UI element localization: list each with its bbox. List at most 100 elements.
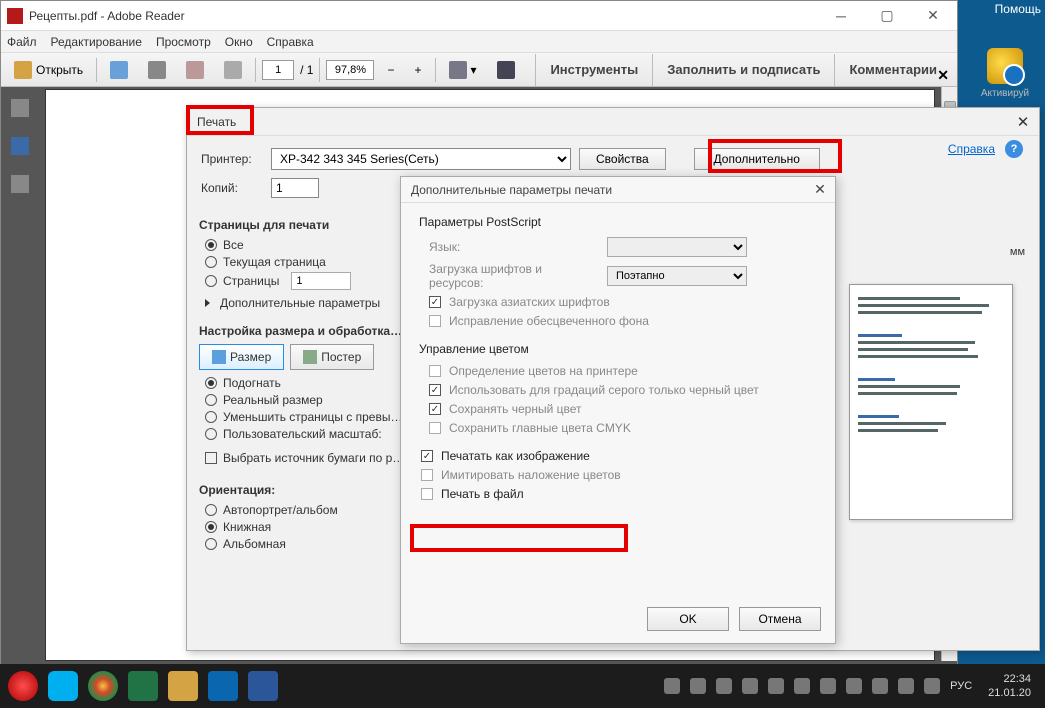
properties-button[interactable]: Свойства: [579, 148, 666, 170]
desktop-help-link[interactable]: Помощь: [995, 2, 1041, 16]
tray-icon[interactable]: [846, 678, 862, 694]
tray-icon[interactable]: [664, 678, 680, 694]
tray-icon[interactable]: [794, 678, 810, 694]
asian-fonts-checkbox[interactable]: [429, 296, 441, 308]
save-icon-button[interactable]: [103, 57, 135, 83]
menu-file[interactable]: Файл: [7, 35, 37, 49]
maximize-button[interactable]: ▢: [873, 6, 901, 26]
taskbar-app-chrome[interactable]: [88, 671, 118, 701]
menu-help[interactable]: Справка: [267, 35, 314, 49]
menu-window[interactable]: Окно: [225, 35, 253, 49]
page-range-input[interactable]: [291, 272, 351, 290]
close-button[interactable]: ✕: [919, 6, 947, 26]
gray-black-checkbox[interactable]: [429, 384, 441, 396]
save-icon: [110, 61, 128, 79]
lang-select[interactable]: [607, 237, 747, 257]
disclosure-triangle-icon[interactable]: [205, 299, 210, 307]
taskbar-app-opera[interactable]: [8, 671, 38, 701]
zoom-input[interactable]: [326, 60, 374, 80]
radio-orient-landscape[interactable]: [205, 538, 217, 550]
poster-button[interactable]: Постер: [290, 344, 374, 370]
print-as-image-checkbox[interactable]: [421, 450, 433, 462]
tab-comments[interactable]: Комментарии: [834, 54, 951, 86]
printer-colors-checkbox[interactable]: [429, 365, 441, 377]
taskbar-app-excel[interactable]: [128, 671, 158, 701]
tray-volume-icon[interactable]: [924, 678, 940, 694]
tray-clock[interactable]: 22:34 21.01.20: [982, 672, 1037, 700]
print-to-file-checkbox[interactable]: [421, 488, 433, 500]
taskbar-app-photos[interactable]: [208, 671, 238, 701]
zoom-in-button[interactable]: +: [408, 57, 429, 83]
radio-orient-auto[interactable]: [205, 504, 217, 516]
advanced-button[interactable]: Дополнительно: [694, 148, 820, 170]
toolbar: Открыть / 1 − + ▾ Инструменты Заполнить …: [1, 53, 957, 87]
print-help-link[interactable]: Справка: [948, 142, 995, 156]
simulate-overprint-checkbox[interactable]: [421, 469, 433, 481]
copies-input[interactable]: [271, 178, 319, 198]
asian-fonts-label: Загрузка азиатских шрифтов: [449, 295, 610, 309]
radio-shrink[interactable]: [205, 411, 217, 423]
print-dialog-titlebar: Печать ✕: [187, 108, 1039, 136]
menu-view[interactable]: Просмотр: [156, 35, 211, 49]
pencil-icon: [224, 61, 242, 79]
radio-actual[interactable]: [205, 394, 217, 406]
advanced-print-dialog: Дополнительные параметры печати ✕ Параме…: [400, 176, 836, 644]
radio-current[interactable]: [205, 256, 217, 268]
menubar: Файл Редактирование Просмотр Окно Справк…: [1, 31, 957, 53]
paper-source-checkbox[interactable]: [205, 452, 217, 464]
open-button[interactable]: Открыть: [7, 57, 90, 83]
tray-network-icon[interactable]: [898, 678, 914, 694]
attachments-icon[interactable]: [11, 175, 29, 193]
radio-fit[interactable]: [205, 377, 217, 389]
tab-sign[interactable]: Заполнить и подписать: [652, 54, 834, 86]
radio-orient-portrait[interactable]: [205, 521, 217, 533]
menu-edit[interactable]: Редактирование: [51, 35, 142, 49]
cancel-button[interactable]: Отмена: [739, 607, 821, 631]
activate-label: Активируй: [967, 88, 1043, 99]
radio-all[interactable]: [205, 239, 217, 251]
print-icon-button[interactable]: [141, 57, 173, 83]
tab-tools[interactable]: Инструменты: [535, 54, 652, 86]
keep-cmyk-label: Сохранить главные цвета CMYK: [449, 421, 631, 435]
read-mode-button[interactable]: [490, 57, 522, 83]
fit-page-button[interactable]: ▾: [442, 57, 484, 83]
read-icon: [497, 61, 515, 79]
simulate-overprint-label: Имитировать наложение цветов: [441, 468, 621, 482]
zoom-out-button[interactable]: −: [380, 57, 401, 83]
mail-icon-button[interactable]: [179, 57, 211, 83]
taskbar-app-explorer[interactable]: [168, 671, 198, 701]
bookmark-icon[interactable]: [11, 137, 29, 155]
keep-cmyk-checkbox[interactable]: [429, 422, 441, 434]
tray-language[interactable]: РУС: [950, 680, 972, 692]
tray-icon[interactable]: [742, 678, 758, 694]
thumbnails-icon[interactable]: [11, 99, 29, 117]
page-number-input[interactable]: [262, 60, 294, 80]
separator: [96, 58, 97, 82]
nav-rail: [1, 87, 39, 665]
minimize-button[interactable]: ─: [827, 6, 855, 26]
fix-bg-checkbox[interactable]: [429, 315, 441, 327]
tray-icon[interactable]: [690, 678, 706, 694]
keep-black-checkbox[interactable]: [429, 403, 441, 415]
taskbar-app-word[interactable]: [248, 671, 278, 701]
printer-select[interactable]: XP-342 343 345 Series(Сеть): [271, 148, 571, 170]
font-load-select[interactable]: Поэтапно: [607, 266, 747, 286]
sign-icon-button[interactable]: [217, 57, 249, 83]
radio-range[interactable]: [205, 275, 217, 287]
separator: [435, 58, 436, 82]
ok-button[interactable]: OK: [647, 607, 729, 631]
pages-more-label[interactable]: Дополнительные параметры: [220, 296, 380, 310]
advanced-dialog-close-button[interactable]: ✕: [811, 180, 829, 198]
print-dialog-close-button[interactable]: ✕: [1013, 112, 1033, 132]
tray-icon[interactable]: [768, 678, 784, 694]
window-title: Рецепты.pdf - Adobe Reader: [29, 9, 827, 23]
print-icon: [148, 61, 166, 79]
size-button[interactable]: Размер: [199, 344, 284, 370]
tray-icon[interactable]: [820, 678, 836, 694]
help-icon[interactable]: ?: [1005, 140, 1023, 158]
tray-icon[interactable]: [872, 678, 888, 694]
tray-icon[interactable]: [716, 678, 732, 694]
menubar-close-icon[interactable]: ✕: [937, 67, 949, 84]
radio-custom[interactable]: [205, 428, 217, 440]
taskbar-app-skype[interactable]: [48, 671, 78, 701]
